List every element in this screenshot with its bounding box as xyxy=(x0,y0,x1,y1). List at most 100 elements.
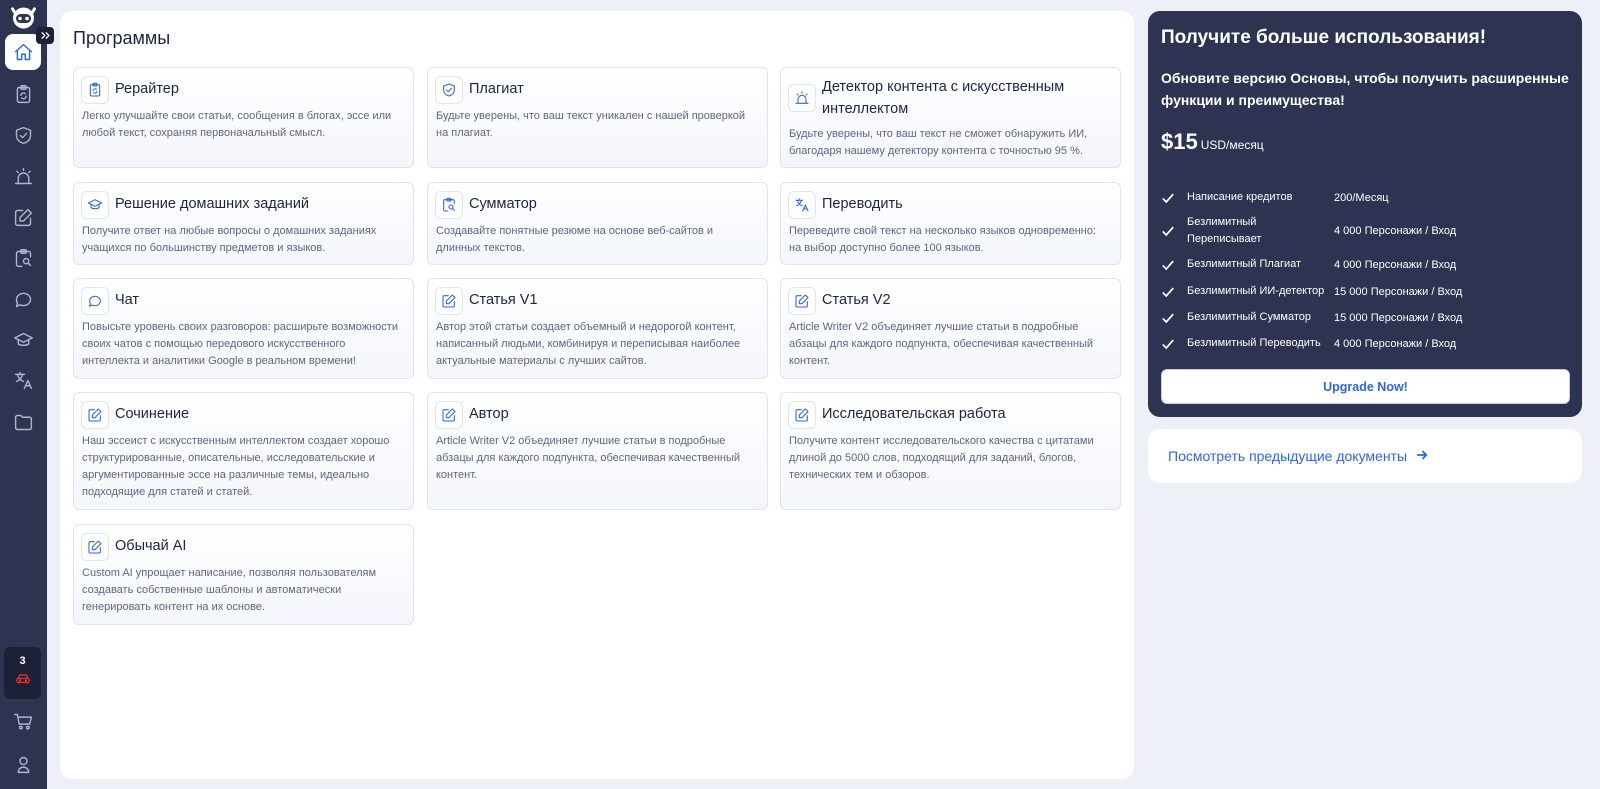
promo-subtitle: Обновите версию Основы, чтобы получить р… xyxy=(1161,70,1569,108)
programs-panel: Программы Рерайтер Легко улучшайте свои … xyxy=(60,11,1134,779)
sidebar-item-ai-detector[interactable] xyxy=(5,158,41,194)
card-description: Получите контент исследовательского каче… xyxy=(789,435,1094,481)
card-title: Плагиат xyxy=(469,81,524,97)
sidebar-item-plagiarism[interactable] xyxy=(5,117,41,153)
upgrade-now-button[interactable]: Upgrade Now! xyxy=(1161,369,1570,404)
check-icon xyxy=(1161,311,1187,325)
card-title: Автор xyxy=(469,406,509,422)
edit-icon xyxy=(14,208,32,226)
chat-icon xyxy=(81,287,109,315)
edit-icon xyxy=(435,287,463,315)
card-description: Повысьте уровень своих разговоров: расши… xyxy=(82,321,398,367)
shield-check-icon xyxy=(435,76,463,104)
cart-icon xyxy=(13,713,32,730)
card-title: Исследовательская работа xyxy=(822,406,1006,422)
card-description: Custom AI упрощает написание, позволяя п… xyxy=(82,567,377,613)
program-card-author[interactable]: Автор Article Writer V2 объединяет лучши… xyxy=(427,392,768,510)
check-icon xyxy=(1161,224,1187,238)
alarm-icon xyxy=(788,84,816,112)
price-unit: USD/месяц xyxy=(1200,138,1264,152)
program-card-homework[interactable]: Решение домашних заданий Получите ответ … xyxy=(73,182,414,265)
promo-title: Получите больше использования! xyxy=(1161,27,1487,48)
card-title: Сумматор xyxy=(469,196,537,212)
card-title: Рерайтер xyxy=(115,81,179,97)
program-card-essay[interactable]: Сочинение Наш эссеист с искусственным ин… xyxy=(73,392,414,510)
card-description: Переведите свой текст на несколько языко… xyxy=(789,225,1097,254)
check-icon xyxy=(1161,191,1187,205)
program-card-article-v1[interactable]: Статья V1 Автор этой статьи создает объе… xyxy=(427,278,768,379)
card-description: Легко улучшайте свои статьи, сообщения в… xyxy=(82,110,392,139)
edit-icon xyxy=(435,401,463,429)
program-card-rewriter[interactable]: Рерайтер Легко улучшайте свои статьи, со… xyxy=(73,67,414,168)
feature-row: Безлимитный Переводить 4 000 Персонажи /… xyxy=(1161,335,1456,352)
program-card-research[interactable]: Исследовательская работа Получите контен… xyxy=(780,392,1121,510)
card-description: Будьте уверены, что ваш текст не сможет … xyxy=(789,128,1088,157)
sidebar-item-profile[interactable] xyxy=(5,746,41,782)
program-card-plagiarism[interactable]: Плагиат Будьте уверены, что ваш текст ун… xyxy=(427,67,768,168)
feature-name: Написание кредитов xyxy=(1187,191,1293,203)
previous-documents-label: Посмотреть предыдущие документы xyxy=(1168,448,1408,464)
credits-indicator[interactable]: 3 xyxy=(4,647,41,699)
sidebar-item-rewriter[interactable] xyxy=(5,76,41,112)
credits-count: 3 xyxy=(19,654,26,667)
sidebar: 3 xyxy=(0,0,54,789)
program-card-translate[interactable]: Переводить Переведите свой текст на неск… xyxy=(780,182,1121,265)
previous-documents-link[interactable]: Посмотреть предыдущие документы xyxy=(1148,429,1582,483)
alarm-icon xyxy=(14,167,32,184)
arrow-right-icon xyxy=(1415,448,1429,465)
robot-logo-icon[interactable] xyxy=(8,4,39,30)
card-title: Обычай AI xyxy=(115,538,187,554)
feature-value: 4 000 Персонажи / Вход xyxy=(1334,258,1457,271)
price: $15 USD/месяц xyxy=(1161,129,1264,155)
translate-icon xyxy=(788,191,816,219)
feature-name: Безлимитный Переводить xyxy=(1187,337,1321,349)
feature-row: Безлимитный Сумматор 15 000 Персонажи / … xyxy=(1161,309,1462,326)
price-value: $15 xyxy=(1161,129,1198,154)
card-title: Статья V1 xyxy=(469,292,538,308)
rewriter-icon xyxy=(81,76,109,104)
program-card-chat[interactable]: Чат Повысьте уровень своих разговоров: р… xyxy=(73,278,414,379)
chat-icon xyxy=(15,292,31,307)
sidebar-item-summarizer[interactable] xyxy=(5,240,41,276)
card-title: Детектор контента с искусственным интелл… xyxy=(822,79,1065,117)
graduation-cap-icon xyxy=(81,191,109,219)
card-title: Чат xyxy=(115,292,140,308)
card-title: Переводить xyxy=(822,196,903,212)
feature-name: Безлимитный Плагиат xyxy=(1187,258,1302,270)
feature-value: 200/Месяц xyxy=(1334,191,1389,204)
sidebar-item-cart[interactable] xyxy=(5,703,41,739)
sidebar-item-translate[interactable] xyxy=(5,362,41,398)
feature-value: 4 000 Персонажи / Вход xyxy=(1334,337,1457,350)
car-icon xyxy=(15,671,31,692)
home-icon xyxy=(14,43,32,60)
program-card-article-v2[interactable]: Статья V2 Article Writer V2 объединяет л… xyxy=(780,278,1121,379)
feature-row: Безлимитный ИИ-детектор 15 000 Персонажи… xyxy=(1161,283,1462,300)
program-card-summarizer[interactable]: Сумматор Создавайте понятные резюме на о… xyxy=(427,182,768,265)
card-title: Статья V2 xyxy=(822,292,891,308)
feature-row: Безлимитный Переписывает 4 000 Персонажи… xyxy=(1161,214,1456,248)
sidebar-item-article[interactable] xyxy=(5,199,41,235)
check-icon xyxy=(1161,337,1187,351)
folder-icon xyxy=(14,414,32,430)
user-icon xyxy=(17,756,29,773)
edit-icon xyxy=(81,401,109,429)
feature-name: Безлимитный Сумматор xyxy=(1187,311,1311,323)
clipboard-search-icon xyxy=(15,248,31,267)
program-card-custom-ai[interactable]: Обычай AI Custom AI упрощает написание, … xyxy=(73,524,414,625)
card-description: Article Writer V2 объединяет лучшие стат… xyxy=(789,321,1094,367)
sidebar-item-chat[interactable] xyxy=(5,281,41,317)
expand-sidebar-icon[interactable] xyxy=(36,27,54,44)
upgrade-promo-panel: Получите больше использования! Обновите … xyxy=(1148,11,1582,417)
edit-icon xyxy=(788,287,816,315)
card-description: Создавайте понятные резюме на основе веб… xyxy=(436,225,714,254)
page-title: Программы xyxy=(73,28,171,48)
program-card-ai-detector[interactable]: Детектор контента с искусственным интелл… xyxy=(780,67,1121,168)
sidebar-item-documents[interactable] xyxy=(5,404,41,440)
card-description: Получите ответ на любые вопросы о домашн… xyxy=(82,225,377,254)
feature-name: Безлимитный Переписывает xyxy=(1187,216,1262,245)
sidebar-item-homework[interactable] xyxy=(5,322,41,358)
card-description: Будьте уверены, что ваш текст уникален с… xyxy=(436,110,746,139)
feature-row: Написание кредитов 200/Месяц xyxy=(1161,189,1389,206)
clipboard-search-icon xyxy=(435,191,463,219)
check-icon xyxy=(1161,258,1187,272)
